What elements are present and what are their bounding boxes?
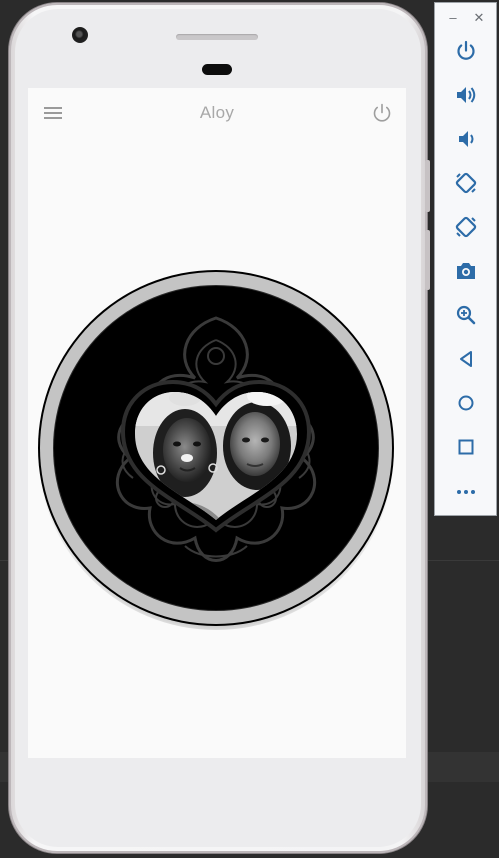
emulator-toolbar: – ✕ (434, 2, 497, 516)
volume-up-icon (457, 87, 476, 103)
emu-rotate-right-button[interactable] (435, 209, 496, 245)
earpiece-speaker (176, 34, 258, 40)
profile-image (38, 270, 394, 630)
emu-volume-down-button[interactable] (435, 121, 496, 157)
power-icon (457, 40, 475, 60)
emu-back-button[interactable] (435, 341, 496, 377)
close-button[interactable]: ✕ (472, 11, 486, 25)
app-screen: Aloy (28, 88, 406, 758)
home-icon (458, 395, 474, 411)
volume-down-icon (459, 131, 474, 147)
front-camera (72, 27, 88, 43)
proximity-sensor (202, 64, 232, 75)
emu-volume-up-button[interactable] (435, 77, 496, 113)
app-toolbar: Aloy (28, 88, 406, 138)
camera-icon (457, 263, 475, 279)
rotate-right-icon (455, 216, 477, 238)
zoom-icon (456, 305, 476, 325)
emu-home-button[interactable] (435, 385, 496, 421)
rotate-left-icon (455, 172, 477, 194)
emu-zoom-button[interactable] (435, 297, 496, 333)
emulator-titlebar: – ✕ (435, 3, 496, 31)
more-icon (457, 490, 475, 494)
profile-avatar[interactable] (35, 268, 397, 630)
emu-more-button[interactable] (435, 473, 496, 509)
emu-power-button[interactable] (435, 33, 496, 69)
back-icon (460, 351, 472, 367)
page-title: Aloy (199, 103, 235, 122)
power-icon (373, 103, 391, 122)
emu-screenshot-button[interactable] (435, 253, 496, 289)
overview-icon (458, 439, 474, 455)
emu-rotate-left-button[interactable] (435, 165, 496, 201)
logout-button[interactable] (370, 101, 394, 125)
power-side-button (425, 160, 430, 212)
volume-side-button (425, 230, 430, 290)
minimize-button[interactable]: – (446, 11, 460, 25)
emu-overview-button[interactable] (435, 429, 496, 465)
